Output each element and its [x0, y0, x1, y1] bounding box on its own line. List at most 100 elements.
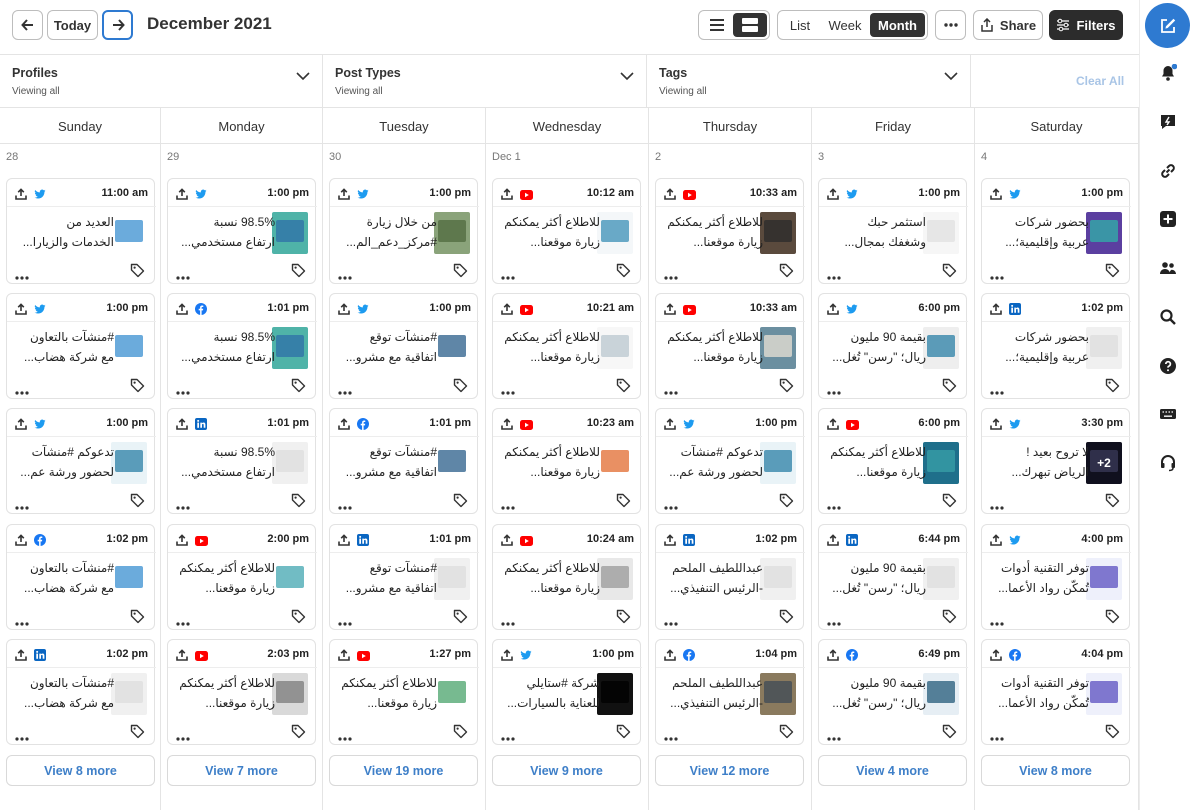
post-menu-button[interactable] — [501, 728, 515, 746]
post-tag-button[interactable] — [453, 609, 468, 629]
post-card[interactable]: 1:04 pm عبداللطيف الملحم -الرئيس التنفيذي.… — [655, 639, 805, 746]
post-menu-button[interactable] — [176, 613, 190, 631]
view-more-button[interactable]: View 19 more — [329, 755, 478, 786]
post-card[interactable]: 1:02 pm بحضور شركات عربية وإقليمية؛... — [981, 293, 1131, 400]
post-tag-button[interactable] — [779, 493, 794, 513]
post-tag-button[interactable] — [453, 493, 468, 513]
post-menu-button[interactable] — [15, 728, 29, 746]
users-icon[interactable] — [1159, 259, 1177, 277]
post-tag-button[interactable] — [779, 724, 794, 744]
post-card[interactable]: 1:00 pm من خلال زيارة #مركز_دعم_الم... — [329, 178, 479, 285]
post-card[interactable]: 1:02 pm #منشآت بالتعاون مع شركة هضاب... — [6, 639, 156, 746]
view-more-button[interactable]: View 8 more — [981, 755, 1130, 786]
post-menu-button[interactable] — [338, 613, 352, 631]
post-card[interactable]: 1:01 pm #منشآت توقع اتفاقية مع مشرو... — [329, 408, 479, 515]
post-card[interactable]: 10:33 am للاطلاع أكثر يمكنكم زيارة موقعنا.… — [655, 293, 805, 399]
filters-button[interactable]: Filters — [1049, 10, 1123, 40]
post-tag-button[interactable] — [453, 378, 468, 398]
post-tag-button[interactable] — [291, 493, 306, 513]
post-tag-button[interactable] — [130, 263, 145, 283]
post-menu-button[interactable] — [501, 497, 515, 515]
post-menu-button[interactable] — [664, 267, 678, 285]
profiles-filter[interactable]: Profiles Viewing all — [0, 55, 323, 108]
post-menu-button[interactable] — [338, 728, 352, 746]
post-card[interactable]: 10:23 am للاطلاع أكثر يمكنكم زيارة موقعنا.… — [492, 408, 642, 515]
post-tag-button[interactable] — [779, 263, 794, 283]
post-menu-button[interactable] — [501, 382, 515, 400]
post-menu-button[interactable] — [176, 382, 190, 400]
post-tag-button[interactable] — [1105, 378, 1120, 398]
post-menu-button[interactable] — [338, 382, 352, 400]
post-menu-button[interactable] — [990, 613, 1004, 631]
post-menu-button[interactable] — [990, 382, 1004, 400]
post-menu-button[interactable] — [827, 382, 841, 400]
post-menu-button[interactable] — [664, 497, 678, 515]
post-menu-button[interactable] — [827, 497, 841, 515]
post-menu-button[interactable] — [827, 613, 841, 631]
post-menu-button[interactable] — [176, 497, 190, 515]
view-more-button[interactable]: View 7 more — [167, 755, 316, 786]
view-week-button[interactable]: Week — [820, 13, 870, 37]
post-tag-button[interactable] — [942, 378, 957, 398]
post-tag-button[interactable] — [942, 263, 957, 283]
post-tag-button[interactable] — [453, 263, 468, 283]
post-tag-button[interactable] — [616, 263, 631, 283]
view-more-button[interactable]: View 8 more — [6, 755, 155, 786]
post-menu-button[interactable] — [827, 728, 841, 746]
post-tag-button[interactable] — [291, 609, 306, 629]
post-card[interactable]: 6:00 pm بقيمة 90 مليون ريال؛ "رسن" تُغل... — [818, 293, 968, 400]
post-types-filter[interactable]: Post Types Viewing all — [323, 55, 647, 108]
post-card[interactable]: 1:02 pm #منشآت بالتعاون مع شركة هضاب... — [6, 524, 156, 631]
layout-compact-button[interactable] — [701, 13, 733, 37]
post-menu-button[interactable] — [664, 613, 678, 631]
post-card[interactable]: 1:01 pm #منشآت توقع اتفاقية مع مشرو... — [329, 524, 479, 631]
post-card[interactable]: 6:49 pm بقيمة 90 مليون ريال؛ "رسن" تُغل... — [818, 639, 968, 746]
today-button[interactable]: Today — [47, 10, 98, 40]
post-menu-button[interactable] — [15, 613, 29, 631]
view-more-button[interactable]: View 4 more — [818, 755, 967, 786]
post-tag-button[interactable] — [942, 493, 957, 513]
post-card[interactable]: 10:12 am للاطلاع أكثر يمكنكم زيارة موقعنا.… — [492, 178, 642, 284]
post-card[interactable]: 1:01 pm 98.5% نسبة ارتفاع مستخدمي... — [167, 293, 317, 400]
share-button[interactable]: Share — [973, 10, 1043, 40]
post-menu-button[interactable] — [338, 267, 352, 285]
post-tag-button[interactable] — [1105, 493, 1120, 513]
post-card[interactable]: 4:00 pm توفر التقنية أدوات تُمكّن رواد الأ… — [981, 524, 1131, 631]
post-card[interactable]: 11:00 am العديد من الخدمات والزيارا... — [6, 178, 156, 284]
post-card[interactable]: 1:27 pm للاطلاع أكثر يمكنكم زيارة موقعنا..… — [329, 639, 479, 746]
post-card[interactable]: 1:00 pm تدعوكم #منشآت لحضور ورشة عم... — [655, 408, 805, 515]
post-tag-button[interactable] — [616, 724, 631, 744]
post-card[interactable]: 10:21 am للاطلاع أكثر يمكنكم زيارة موقعنا.… — [492, 293, 642, 400]
clear-all-button[interactable]: Clear All — [1076, 74, 1124, 88]
post-card[interactable]: 1:00 pm بحضور شركات عربية وإقليمية؛... — [981, 178, 1131, 285]
post-tag-button[interactable] — [130, 493, 145, 513]
post-menu-button[interactable] — [15, 382, 29, 400]
layout-expanded-button[interactable] — [733, 13, 767, 37]
post-card[interactable]: 4:04 pm توفر التقنية أدوات تُمكّن رواد الأ… — [981, 639, 1131, 745]
post-card[interactable]: 1:00 pm #منشآت توقع اتفاقية مع مشرو... — [329, 293, 479, 400]
post-card[interactable]: 1:00 pm #منشآت بالتعاون مع شركة هضاب... — [6, 293, 156, 400]
post-menu-button[interactable] — [338, 497, 352, 515]
post-menu-button[interactable] — [176, 728, 190, 746]
search-icon[interactable] — [1159, 308, 1177, 326]
post-menu-button[interactable] — [664, 728, 678, 746]
bell-icon[interactable] — [1159, 64, 1177, 82]
post-tag-button[interactable] — [130, 724, 145, 744]
post-tag-button[interactable] — [616, 493, 631, 513]
keyboard-icon[interactable] — [1159, 405, 1177, 423]
headset-icon[interactable] — [1159, 454, 1177, 472]
post-tag-button[interactable] — [616, 378, 631, 398]
post-card[interactable]: 2:03 pm للاطلاع أكثر يمكنكم زيارة موقعنا..… — [167, 639, 317, 746]
post-card[interactable]: 1:01 pm 98.5% نسبة ارتفاع مستخدمي... — [167, 408, 317, 515]
post-card[interactable]: 1:00 pm تدعوكم #منشآت لحضور ورشة عم... — [6, 408, 156, 514]
post-tag-button[interactable] — [779, 378, 794, 398]
post-tag-button[interactable] — [291, 263, 306, 283]
post-tag-button[interactable] — [942, 609, 957, 629]
post-card[interactable]: 6:44 pm بقيمة 90 مليون ريال؛ "رسن" تُغل... — [818, 524, 968, 631]
tags-filter[interactable]: Tags Viewing all — [647, 55, 971, 108]
post-tag-button[interactable] — [1105, 263, 1120, 283]
post-tag-button[interactable] — [291, 724, 306, 744]
message-icon[interactable] — [1159, 113, 1177, 131]
post-menu-button[interactable] — [990, 267, 1004, 285]
post-card[interactable]: 1:00 pm شركة #ستايلي للعناية بالسيارات... — [492, 639, 642, 746]
